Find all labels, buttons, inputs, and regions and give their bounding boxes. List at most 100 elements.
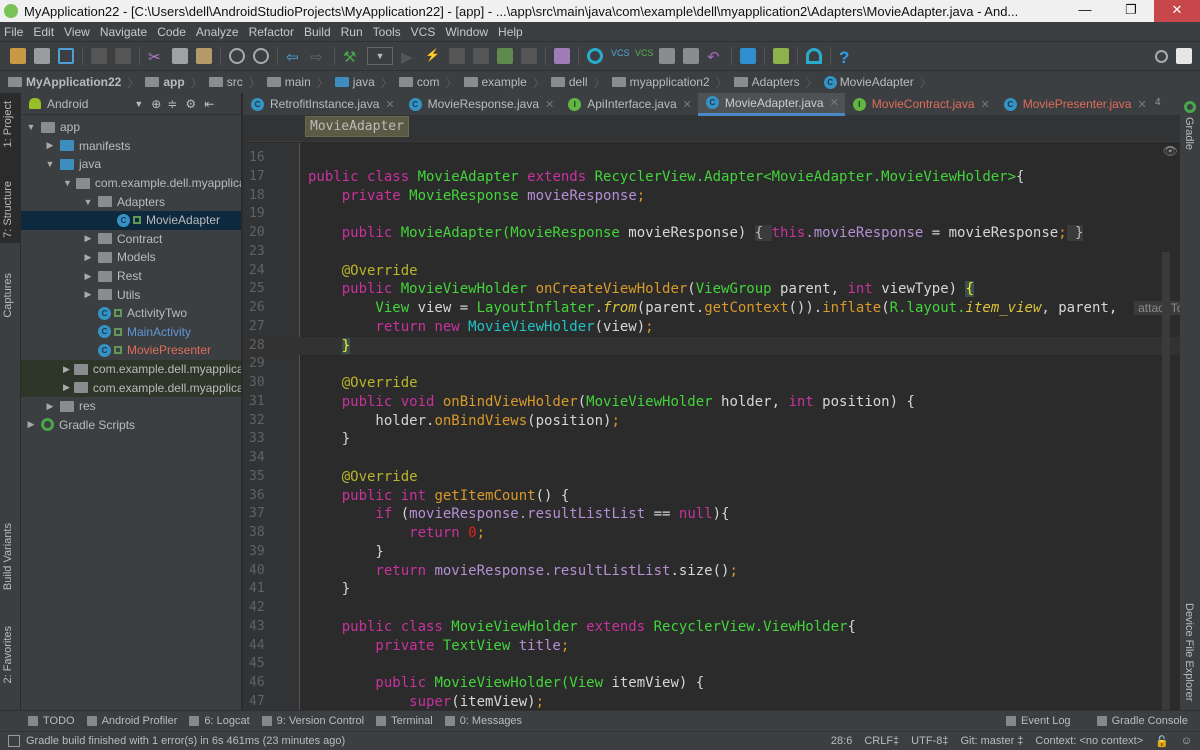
tree-node[interactable]: ▶Models [21,248,241,267]
run-config-dropdown[interactable]: ▼ [367,47,393,65]
code-line[interactable]: 27 return new MovieViewHolder(view); [243,318,1180,337]
scroll-from-source-icon[interactable]: ⊕ [151,97,161,111]
code-line[interactable]: 34 [243,449,1180,468]
gear-icon[interactable]: ⚙ [185,97,196,111]
menu-window[interactable]: Window [445,25,488,39]
search-everywhere-icon[interactable] [1155,50,1168,63]
code-line[interactable]: 44 private TextView title; [243,637,1180,656]
vcs-commit-icon[interactable]: VCS [635,48,651,64]
breadcrumb-item[interactable]: com〉 [399,74,458,91]
code-line[interactable]: 35 @Override [243,468,1180,487]
tree-node[interactable]: ▶res [21,397,241,416]
tool-tab-build-variants[interactable]: Build Variants [2,523,14,590]
tab-apiinterface[interactable]: IApiInterface.java✕ [560,93,698,116]
menu-view[interactable]: View [64,25,90,39]
line-separator[interactable]: CRLF‡ [864,735,899,748]
code-line[interactable]: 19 [243,205,1180,224]
close-button[interactable]: ✕ [1154,0,1200,22]
tool-tab-gradle-console[interactable]: Gradle Console [1097,715,1188,727]
sync-icon[interactable] [58,48,74,64]
menu-analyze[interactable]: Analyze [196,25,239,39]
tool-tab-favorites[interactable]: 2: Favorites [2,626,14,683]
menu-navigate[interactable]: Navigate [100,25,147,39]
code-line[interactable]: 42 [243,599,1180,618]
expand-right-icon[interactable]: ▶ [44,401,56,412]
tool-tab-event-log[interactable]: Event Log [1006,715,1071,727]
tool-tab-project[interactable]: 1: Project [2,101,14,147]
tree-node[interactable]: ▶Gradle Scripts [21,416,241,435]
forward-icon[interactable]: ⇨ [310,48,326,64]
expand-right-icon[interactable]: ▶ [82,271,94,282]
redo-icon[interactable] [115,48,131,64]
code-line[interactable]: 29 [243,355,1180,374]
breadcrumb-item[interactable]: src〉 [209,74,261,91]
chevron-down-icon[interactable]: ▼ [134,99,143,109]
tool-tab-messages[interactable]: 0: Messages [445,715,522,727]
tree-node[interactable]: CActivityTwo [21,304,241,323]
tabs-overflow-count[interactable]: 4 [1155,97,1161,108]
close-tab-icon[interactable]: ✕ [385,98,394,111]
code-line[interactable]: 30 @Override [243,374,1180,393]
project-structure-icon[interactable] [740,48,756,64]
status-message[interactable]: Gradle build finished with 1 error(s) in… [26,735,345,747]
breadcrumb-item[interactable]: example〉 [464,74,545,91]
collapse-all-icon[interactable]: ≑ [167,97,177,111]
expand-right-icon[interactable]: ▶ [82,289,94,300]
sync-gradle-icon[interactable] [587,48,603,64]
expand-down-icon[interactable]: ▼ [44,159,56,169]
code-line[interactable]: 38 return 0; [243,524,1180,543]
code-line[interactable]: 17public class MovieAdapter extends Recy… [243,168,1180,187]
expand-right-icon[interactable]: ▶ [63,382,70,393]
cut-icon[interactable]: ✂ [148,48,164,64]
expand-down-icon[interactable]: ▼ [82,197,94,207]
eye-icon[interactable]: 👁 [1163,144,1178,158]
tree-node[interactable]: ▶Utils [21,285,241,304]
code-line[interactable]: 41 } [243,580,1180,599]
tab-retrofitinstance[interactable]: CRetrofitInstance.java✕ [243,93,401,116]
tree-node[interactable]: ▶com.example.dell.myapplicat [21,360,241,379]
open-icon[interactable] [10,48,26,64]
tool-tab-gradle[interactable]: Gradle [1183,117,1195,150]
apply-changes-icon[interactable]: ⚡ [425,48,441,64]
code-editor[interactable]: MovieAdapter 1617public class MovieAdapt… [243,116,1180,710]
code-line[interactable]: 45 [243,655,1180,674]
tree-node[interactable]: ▶Contract [21,230,241,249]
code-line[interactable]: 39 } [243,543,1180,562]
close-tab-icon[interactable]: ✕ [1137,98,1146,111]
code-line[interactable]: 37 if (movieResponse.resultListList == n… [243,505,1180,524]
attach-debugger-icon[interactable] [497,48,513,64]
file-encoding[interactable]: UTF-8‡ [911,735,948,748]
code-line[interactable]: 24 @Override [243,262,1180,281]
paste-icon[interactable] [196,48,212,64]
expand-right-icon[interactable]: ▶ [25,419,37,430]
tool-tab-logcat[interactable]: 6: Logcat [189,715,249,727]
tree-node[interactable]: CMoviePresenter [21,341,241,360]
code-line[interactable]: 16 [243,149,1180,168]
hide-panel-icon[interactable]: ⇤ [204,97,214,111]
close-tab-icon[interactable]: ✕ [981,98,990,111]
tree-node[interactable]: ▼app [21,118,241,137]
expand-right-icon[interactable]: ▶ [44,140,56,151]
menu-run[interactable]: Run [341,25,363,39]
tab-movieadapter[interactable]: CMovieAdapter.java✕ [698,93,845,116]
tree-node[interactable]: ▼java [21,155,241,174]
code-lines[interactable]: 1617public class MovieAdapter extends Re… [243,149,1180,710]
code-line[interactable]: 36 public int getItemCount() { [243,487,1180,506]
revert-icon[interactable]: ↶ [707,48,723,64]
close-tab-icon[interactable]: ✕ [545,98,554,111]
breadcrumb-item[interactable]: myapplication2〉 [612,74,728,91]
expand-right-icon[interactable]: ▶ [82,233,94,244]
code-line[interactable]: 47 super(itemView); [243,693,1180,710]
tool-tab-terminal[interactable]: Terminal [376,715,433,727]
tool-tab-version-control[interactable]: 9: Version Control [262,715,364,727]
close-tab-icon[interactable]: ✕ [830,96,839,109]
menu-vcs[interactable]: VCS [411,25,436,39]
tree-node[interactable]: CMainActivity [21,323,241,342]
context-selector[interactable]: Context: <no context> [1035,735,1143,748]
make-project-icon[interactable]: ⚒ [343,48,359,64]
breadcrumb-item[interactable]: Adapters〉 [734,74,818,91]
profile-icon[interactable] [473,48,489,64]
code-line[interactable]: 33 } [243,430,1180,449]
menu-tools[interactable]: Tools [373,25,401,39]
tree-node[interactable]: ▶com.example.dell.myapplicat [21,378,241,397]
